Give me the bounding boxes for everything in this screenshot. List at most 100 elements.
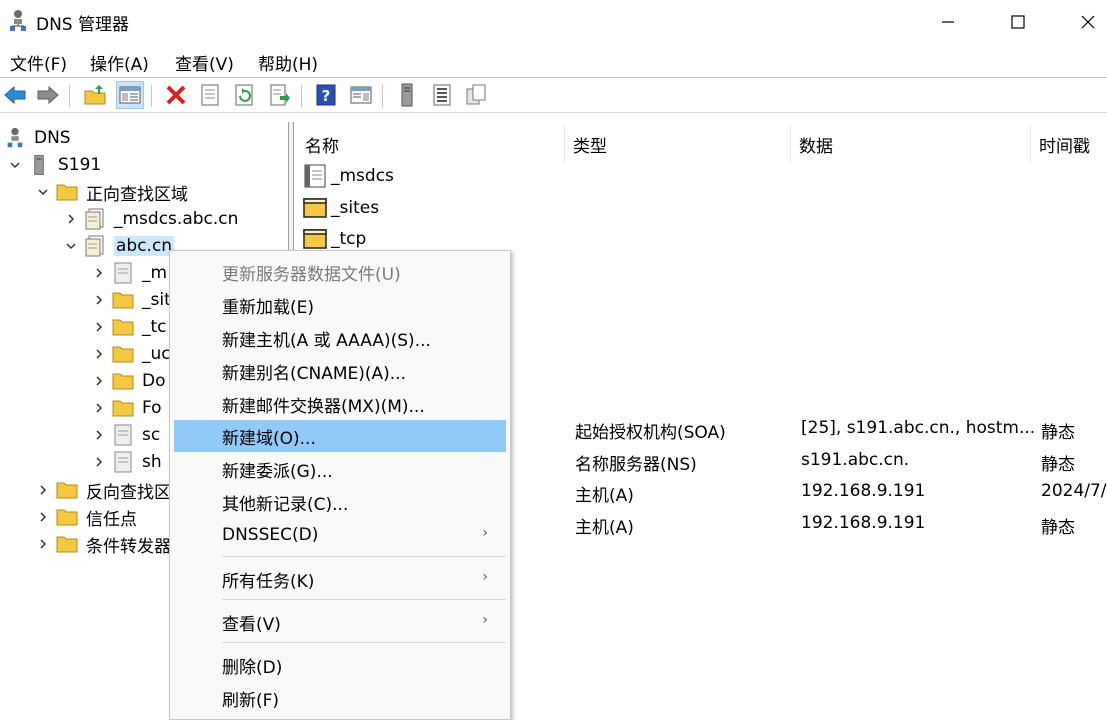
- record-type: 起始授权机构(SOA): [575, 423, 726, 443]
- tree-label: Do: [142, 371, 166, 391]
- column-header-name[interactable]: 名称: [299, 126, 565, 162]
- tree-node-abc-child[interactable]: _sit: [92, 287, 171, 313]
- tree-node-abc-child[interactable]: sc: [92, 422, 160, 448]
- export-list-button[interactable]: [266, 81, 294, 109]
- chevron-right-icon[interactable]: [92, 347, 106, 361]
- menu-item-other-new-records[interactable]: 其他新记录(C)...: [174, 486, 506, 518]
- tree-node-abc-child[interactable]: _tc: [92, 314, 167, 340]
- record-timestamp: 静态: [1041, 423, 1075, 443]
- zone-icon: [84, 208, 106, 230]
- chevron-down-icon[interactable]: [8, 158, 22, 172]
- tree-node-abc-child[interactable]: Do: [92, 368, 166, 394]
- zone-icon: [112, 424, 134, 446]
- menu-item-refresh[interactable]: 刷新(F): [174, 682, 506, 714]
- tree-node-msdcs-zone[interactable]: _msdcs.abc.cn: [64, 206, 238, 232]
- chevron-down-icon[interactable]: [36, 185, 50, 199]
- record-data: 192.168.9.191: [801, 481, 926, 501]
- minimize-button[interactable]: [913, 0, 983, 44]
- tree-label: 正向查找区域: [86, 184, 188, 205]
- column-header-type[interactable]: 类型: [567, 126, 791, 162]
- menu-item-new-mail-exchanger[interactable]: 新建邮件交换器(MX)(M)...: [174, 388, 506, 420]
- show-hide-action-pane-button[interactable]: [347, 81, 375, 109]
- tree-label: S191: [58, 155, 102, 175]
- server-icon: [401, 83, 413, 107]
- menu-item-label: 所有任务(K): [222, 571, 315, 592]
- tree-node-abc-zone[interactable]: abc.cn: [64, 233, 175, 259]
- maximize-icon: [1011, 15, 1025, 29]
- chevron-right-icon[interactable]: [92, 455, 106, 469]
- menu-help[interactable]: 帮助(H): [258, 50, 318, 75]
- tree-label: Fo: [142, 398, 162, 418]
- menu-item-new-alias[interactable]: 新建别名(CNAME)(A)...: [174, 355, 506, 387]
- tree-node-forward-zones[interactable]: 正向查找区域: [36, 179, 188, 205]
- chevron-right-icon[interactable]: [36, 510, 50, 524]
- delete-button[interactable]: [162, 81, 190, 109]
- menu-item-view[interactable]: 查看(V) ›: [174, 606, 506, 638]
- menu-item-update-server-data-file: 更新服务器数据文件(U): [222, 264, 401, 285]
- close-button[interactable]: [1053, 0, 1107, 44]
- up-one-level-button[interactable]: [81, 81, 109, 109]
- tree-node-trust-points[interactable]: 信任点: [36, 504, 137, 530]
- menu-item-new-domain[interactable]: 新建域(O)...: [174, 420, 506, 452]
- show-hide-console-tree-button[interactable]: [116, 81, 144, 109]
- record-name: _tcp: [331, 229, 367, 249]
- properties-button[interactable]: [196, 81, 224, 109]
- column-header-timestamp[interactable]: 时间戳: [1033, 126, 1107, 162]
- chevron-right-icon[interactable]: [92, 320, 106, 334]
- refresh-button[interactable]: [231, 81, 259, 109]
- menu-item-dnssec[interactable]: DNSSEC(D) ›: [174, 519, 506, 551]
- tree-node-reverse-zones[interactable]: 反向查找区: [36, 477, 171, 503]
- toolbar-separator: [382, 85, 383, 107]
- tree-node-abc-child[interactable]: _m: [92, 260, 167, 286]
- tree-node-server[interactable]: S191: [8, 152, 101, 178]
- chevron-right-icon[interactable]: [36, 537, 50, 551]
- tree-label: _sit: [142, 290, 171, 310]
- menu-file[interactable]: 文件(F): [10, 50, 67, 75]
- window-title: DNS 管理器: [36, 15, 130, 35]
- chevron-down-icon[interactable]: [64, 239, 78, 253]
- menu-item-new-host[interactable]: 新建主机(A 或 AAAA)(S)...: [174, 322, 506, 354]
- folder-icon: [56, 479, 78, 501]
- folder-icon: [56, 181, 78, 203]
- folder-icon: [112, 289, 134, 311]
- back-button[interactable]: [1, 81, 29, 109]
- column-header-data[interactable]: 数据: [793, 126, 1031, 162]
- submenu-arrow-icon: ›: [482, 525, 488, 541]
- folder-icon: [112, 316, 134, 338]
- chevron-right-icon[interactable]: [36, 483, 50, 497]
- record-timestamp: 静态: [1041, 518, 1075, 538]
- menu-item-reload[interactable]: 重新加载(E): [174, 289, 506, 321]
- forward-button[interactable]: [34, 81, 62, 109]
- list-row[interactable]: _msdcs: [295, 162, 1107, 192]
- maximize-button[interactable]: [983, 0, 1053, 44]
- folder-icon: [112, 343, 134, 365]
- menu-item-new-delegation[interactable]: 新建委派(G)...: [174, 453, 506, 485]
- folder-icon: [303, 229, 327, 249]
- properties-icon: [201, 84, 219, 106]
- chevron-right-icon[interactable]: [92, 428, 106, 442]
- tree-node-abc-child[interactable]: sh: [92, 449, 162, 475]
- tree-node-abc-child[interactable]: Fo: [92, 395, 162, 421]
- chevron-right-icon[interactable]: [92, 401, 106, 415]
- tree-label: _uc: [142, 344, 171, 364]
- tree-node-abc-child[interactable]: _uc: [92, 341, 171, 367]
- tree-label: sc: [142, 425, 161, 445]
- chevron-right-icon[interactable]: [92, 374, 106, 388]
- record-list-button[interactable]: [428, 81, 456, 109]
- server-button[interactable]: [393, 81, 421, 109]
- toolbar-separator: [151, 85, 152, 107]
- chevron-right-icon[interactable]: [64, 212, 78, 226]
- chevron-right-icon[interactable]: [92, 293, 106, 307]
- menu-item-all-tasks[interactable]: 所有任务(K) ›: [174, 563, 506, 595]
- list-row[interactable]: _sites: [295, 194, 1107, 224]
- menu-view[interactable]: 查看(V): [175, 50, 234, 75]
- copy-button[interactable]: [462, 81, 490, 109]
- tree-node-conditional-forwarders[interactable]: 条件转发器: [36, 531, 171, 557]
- record-timestamp: 静态: [1041, 455, 1075, 475]
- help-button[interactable]: ?: [312, 81, 340, 109]
- tree-node-dns[interactable]: DNS: [4, 125, 71, 151]
- menu-action[interactable]: 操作(A): [90, 50, 149, 75]
- menu-item-delete[interactable]: 删除(D): [174, 649, 506, 681]
- chevron-right-icon[interactable]: [92, 266, 106, 280]
- tree-label: abc.cn: [114, 236, 175, 256]
